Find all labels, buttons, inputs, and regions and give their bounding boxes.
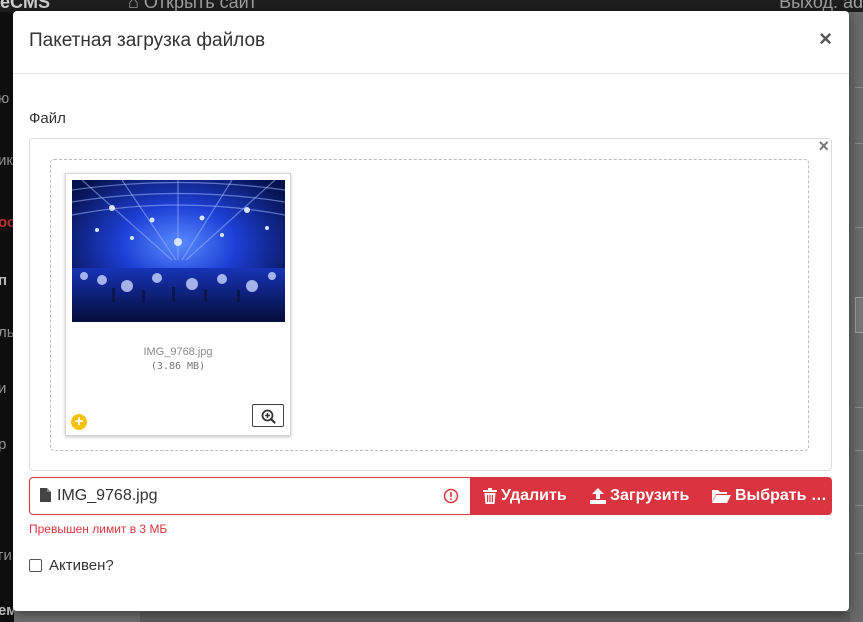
file-error-message: Превышен лимит в 3 МБ [29,522,168,536]
background-right-strip [848,12,863,622]
active-checkbox[interactable] [29,559,42,572]
modal-header: Пакетная загрузка файлов × [13,11,849,74]
trash-icon [483,488,497,504]
background-bottom-area [140,612,850,622]
delete-button-label: Удалить [501,487,567,504]
file-field-label: Файл [29,110,66,127]
folder-open-icon [712,490,731,503]
background-sidebar-item: ос [0,214,14,231]
background-sidebar-item: ик [0,152,13,169]
thumbnail-image [72,180,285,322]
background-control [855,297,863,333]
file-caption[interactable]: IMG_9768.jpg [29,477,470,515]
background-sidebar-item: ема [0,602,14,619]
modal-title: Пакетная загрузка файлов [29,30,266,51]
file-input-group: IMG_9768.jpg Удалить Загрузить Выбрать … [29,477,832,515]
thumbnail-file-size: (3.86 MB) [150,361,206,372]
background-sidebar-item: и [0,380,7,397]
delete-button[interactable]: Удалить [470,477,579,515]
browse-button[interactable]: Выбрать … [702,477,832,515]
background-sidebar-item: р [0,436,7,453]
clear-preview-icon[interactable]: × [818,136,829,157]
zoom-in-icon [261,409,276,424]
plus-circle-icon[interactable]: + [71,414,87,430]
exclamation-circle-icon [443,488,459,504]
background-sidebar-item: ль [0,324,14,341]
thumbnail-file-name: IMG_9768.jpg [143,346,213,358]
file-preview-panel: × IMG_9768.jpg (3.86 MB) + [29,136,832,471]
zoom-button[interactable] [252,404,284,427]
background-sidebar: ю ик ос п ль и р ги ема [0,12,14,622]
file-thumbnail: IMG_9768.jpg (3.86 MB) + [65,173,291,436]
caption-file-name: IMG_9768.jpg [57,487,158,504]
close-icon[interactable]: × [819,28,832,50]
file-icon [40,488,51,502]
upload-button[interactable]: Загрузить [579,477,702,515]
background-sidebar-item: п [0,272,8,289]
drop-zone[interactable]: IMG_9768.jpg (3.86 MB) + [50,159,809,451]
browse-button-label: Выбрать … [735,487,827,504]
active-field: Активен? [29,557,114,574]
batch-upload-modal: Пакетная загрузка файлов × Файл × IMG_97… [13,11,849,611]
upload-button-label: Загрузить [610,487,690,504]
background-sidebar-item: ги [0,547,12,564]
background-sidebar-item: ю [0,90,10,107]
upload-icon [590,488,606,504]
active-label[interactable]: Активен? [49,557,114,574]
